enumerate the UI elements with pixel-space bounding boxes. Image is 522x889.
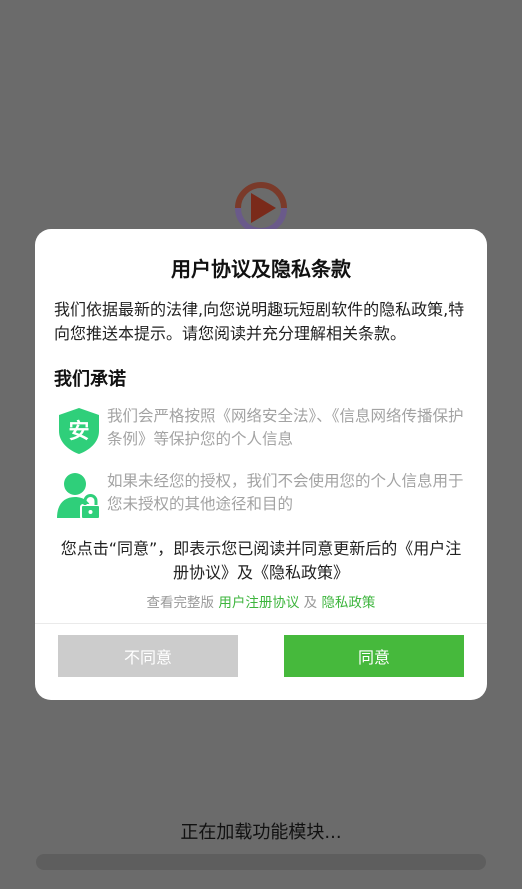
loading-progress-bar bbox=[36, 854, 486, 870]
disagree-button[interactable]: 不同意 bbox=[58, 635, 238, 677]
user-lock-icon bbox=[54, 470, 104, 520]
links-prefix: 查看完整版 bbox=[146, 595, 215, 611]
dialog-title: 用户协议及隐私条款 bbox=[171, 257, 351, 281]
promise-text-authorization: 如果未经您的授权，我们不会使用您的个人信息用于您未授权的其他途径和目的 bbox=[107, 472, 464, 513]
promise-section-title: 我们承诺 bbox=[54, 369, 126, 390]
privacy-dialog: 用户协议及隐私条款 我们依据最新的法律,向您说明趣玩短剧软件的隐私政策,特向您推… bbox=[35, 229, 487, 700]
links-and: 及 bbox=[303, 595, 318, 611]
policy-links: 查看完整版 用户注册协议 及 隐私政策 bbox=[35, 591, 487, 611]
dialog-intro: 我们依据最新的法律,向您说明趣玩短剧软件的隐私政策,特向您推送本提示。请您阅读并… bbox=[54, 300, 465, 343]
shield-icon-label: 安 bbox=[69, 419, 90, 443]
promise-item-authorization: 如果未经您的授权，我们不会使用您的个人信息用于您未授权的其他途径和目的 bbox=[54, 470, 472, 520]
privacy-policy-link[interactable]: 隐私政策 bbox=[321, 595, 375, 611]
promise-item-security: 安 我们会严格按照《网络安全法》、《信息网络传播保护条例》等保护您的个人信息 bbox=[54, 405, 472, 455]
user-agreement-link[interactable]: 用户注册协议 bbox=[218, 595, 299, 611]
divider bbox=[35, 623, 487, 624]
agree-button[interactable]: 同意 bbox=[284, 635, 464, 677]
consent-statement: 您点击“同意”，即表示您已阅读并同意更新后的《用户注册协议》及《隐私政策》 bbox=[60, 539, 462, 582]
loading-text: 正在加载功能模块... bbox=[180, 822, 342, 843]
promise-text-security: 我们会严格按照《网络安全法》、《信息网络传播保护条例》等保护您的个人信息 bbox=[107, 407, 464, 448]
shield-icon: 安 bbox=[54, 405, 104, 455]
